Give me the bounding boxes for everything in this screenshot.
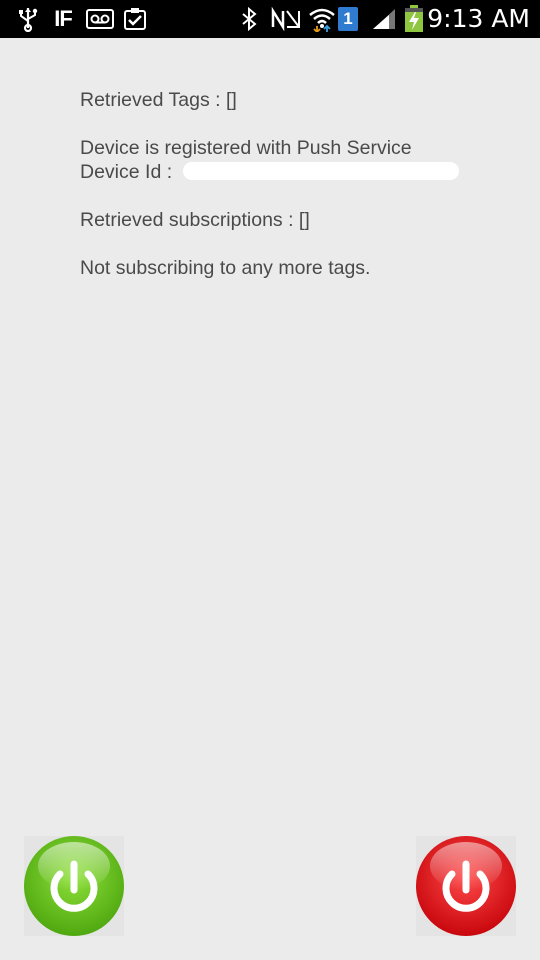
retrieved-tags-text: Retrieved Tags : []: [80, 89, 237, 111]
log-output: Retrieved Tags : [] Device is registered…: [80, 88, 510, 280]
registration-status-text: Device is registered with Push Service: [80, 137, 412, 159]
subscription-status-text: Not subscribing to any more tags.: [80, 257, 371, 279]
nfc-muted-icon: [268, 6, 304, 32]
flipboard-icon: IF: [48, 6, 78, 32]
retrieved-subscriptions-text: Retrieved subscriptions : []: [80, 209, 310, 231]
power-icon: [24, 836, 124, 936]
unsubscribe-button[interactable]: [416, 836, 516, 936]
clipboard-check-icon: [122, 6, 148, 32]
sim-one-label: 1: [338, 7, 358, 31]
wifi-icon: [308, 6, 336, 32]
usb-icon: [16, 6, 40, 32]
status-bar: IF 1 9:13 AM: [0, 0, 540, 38]
device-id-row: Device Id :: [80, 160, 510, 184]
clock: 9:13 AM: [427, 4, 530, 33]
bluetooth-icon: [238, 6, 260, 32]
battery-charging-icon: [402, 5, 426, 32]
device-id-label: Device Id :: [80, 161, 173, 183]
voicemail-icon: [86, 6, 114, 32]
power-icon: [416, 836, 516, 936]
sim-one-icon: 1: [337, 6, 359, 32]
subscribe-button[interactable]: [24, 836, 124, 936]
flipboard-label: IF: [54, 6, 73, 31]
signal-icon: [370, 6, 398, 32]
device-id-redaction: [183, 162, 459, 180]
